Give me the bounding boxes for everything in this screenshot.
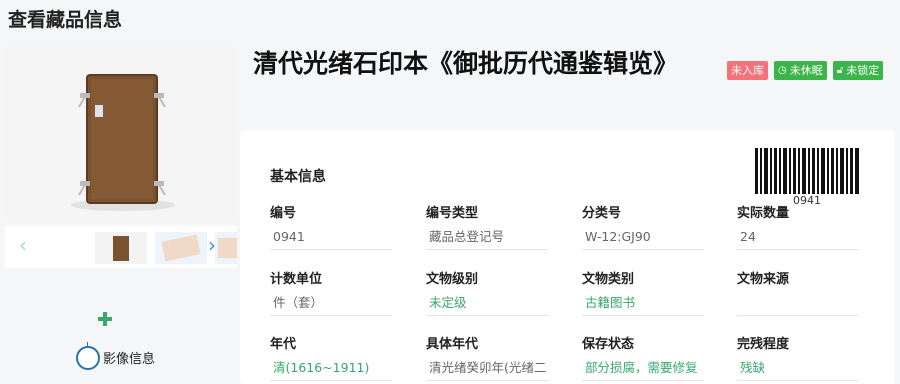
item-title: 清代光绪石印本《御批历代通鉴辑览》: [253, 49, 679, 78]
image-gallery: ‹ › 影像信息: [0, 44, 238, 384]
thumbnail-2[interactable]: [155, 232, 207, 264]
timeline-node-icon: [76, 346, 100, 370]
status-badge-not-dormant: ◷ 未休眠: [774, 61, 827, 80]
field-label: 编号: [270, 206, 297, 221]
field-label: 计数单位: [270, 272, 323, 287]
field-class-no: 分类号 W-12:GJ90: [582, 202, 704, 250]
add-media-icon[interactable]: [98, 312, 112, 326]
field-completeness: 完残程度 残缺: [737, 333, 859, 381]
barcode-image: [755, 148, 859, 194]
field-value: 件（套）: [270, 294, 392, 316]
field-label: 文物类别: [582, 272, 635, 287]
field-label: 编号类型: [426, 206, 479, 221]
status-badge-not-stored: 未入库: [727, 61, 768, 80]
badge-label: 未入库: [731, 64, 764, 77]
lock-icon: 🔓︎: [836, 65, 844, 76]
field-specific-era: 具体年代 清光绪癸卯年(光绪二: [426, 333, 548, 381]
field-value: 未定级: [426, 294, 548, 316]
field-value: [737, 294, 859, 316]
field-label: 实际数量: [737, 206, 790, 221]
field-value: 古籍图书: [582, 294, 704, 316]
chevron-right-icon[interactable]: ›: [208, 234, 216, 256]
badge-label: 未休眠: [789, 64, 823, 77]
field-relic-grade: 文物级别 未定级: [426, 268, 548, 316]
field-era: 年代 清(1616~1911): [270, 333, 392, 381]
field-id-type: 编号类型 藏品总登记号: [426, 202, 548, 250]
field-label: 完残程度: [737, 337, 790, 352]
field-value: 清(1616~1911): [270, 359, 392, 381]
field-value: 藏品总登记号: [426, 228, 548, 250]
basic-info-card: 基本信息 0941 编号 0941 编号类型 藏品总登记号 分类号 W-12:G…: [240, 130, 895, 384]
field-label: 保存状态: [582, 337, 635, 352]
status-badges: 未入库 ◷ 未休眠 🔓︎ 未锁定: [727, 61, 884, 80]
thumbnail-strip: ‹ ›: [5, 226, 237, 268]
field-actual-quantity: 实际数量 24: [737, 202, 859, 250]
field-label: 文物来源: [737, 272, 790, 287]
chevron-left-icon[interactable]: ‹: [19, 234, 27, 256]
field-value: 24: [737, 228, 859, 250]
clock-icon: ◷: [778, 65, 787, 76]
status-badge-not-locked: 🔓︎ 未锁定: [832, 61, 884, 80]
image-info-label[interactable]: 影像信息: [103, 348, 155, 367]
main-photo[interactable]: [5, 45, 237, 221]
field-label: 分类号: [582, 206, 622, 221]
field-value: 残缺: [737, 359, 859, 381]
field-value: 部分损腐，需要修复: [582, 359, 704, 381]
thumbnail-3[interactable]: [215, 232, 237, 264]
field-label: 年代: [270, 337, 297, 352]
page-title: 查看藏品信息: [8, 9, 123, 31]
field-count-unit: 计数单位 件（套）: [270, 268, 392, 316]
field-value: W-12:GJ90: [582, 228, 704, 250]
book-box-photo: [5, 45, 237, 221]
field-preservation-status: 保存状态 部分损腐，需要修复: [582, 333, 704, 381]
field-relic-source: 文物来源: [737, 268, 859, 316]
section-title: 基本信息: [270, 169, 326, 185]
badge-label: 未锁定: [846, 64, 880, 77]
thumbnail-1[interactable]: [95, 232, 147, 264]
field-label: 文物级别: [426, 272, 479, 287]
field-value: 0941: [270, 228, 392, 250]
field-id: 编号 0941: [270, 202, 392, 250]
field-relic-category: 文物类别 古籍图书: [582, 268, 704, 316]
field-value: 清光绪癸卯年(光绪二: [426, 359, 548, 381]
field-label: 具体年代: [426, 337, 479, 352]
